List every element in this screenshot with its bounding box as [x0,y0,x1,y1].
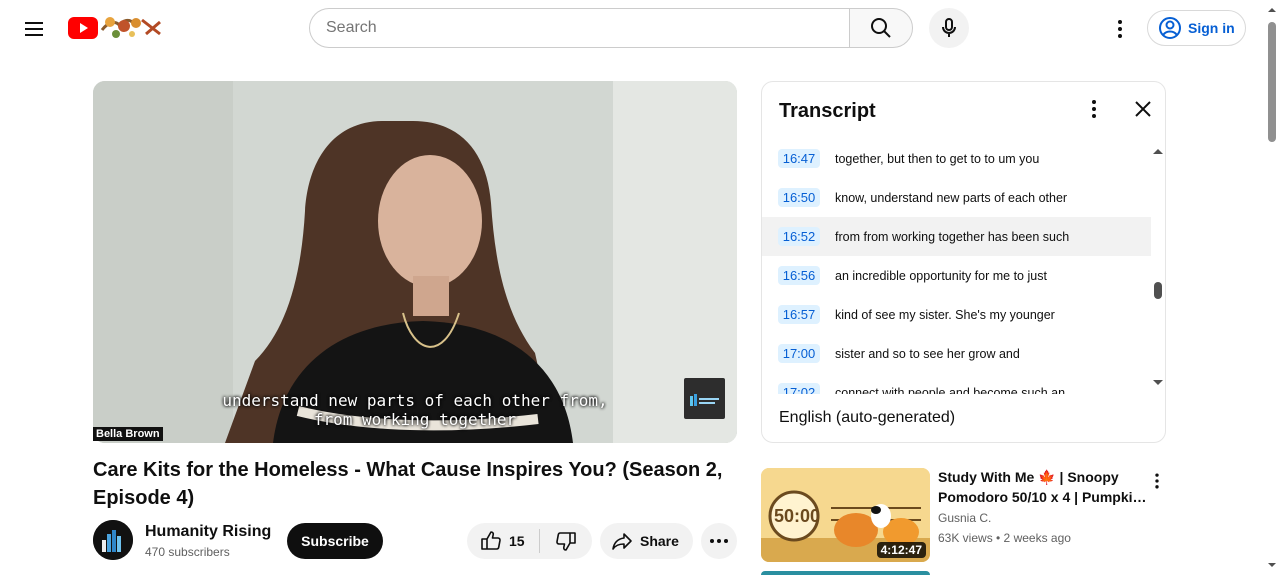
channel-name[interactable]: Humanity Rising [145,523,271,541]
search-input[interactable] [326,19,850,37]
closed-caption: understand new parts of each other from,… [93,391,737,429]
transcript-title: Transcript [779,100,876,122]
more-vert-icon [1155,473,1159,489]
channel-avatar[interactable] [93,520,133,560]
segment-text: know, understand new parts of each other [835,190,1068,205]
humanity-rising-logo-icon [689,393,719,406]
microphone-icon [942,18,956,37]
caption-line: from working together [313,410,517,429]
scroll-up-arrow-icon [1268,8,1276,12]
transcript-segment[interactable]: 16:56 an incredible opportunity for me to… [762,256,1151,295]
video-title: Care Kits for the Homeless - What Cause … [93,459,723,509]
transcript-segment[interactable]: 17:00 sister and so to see her grow and [762,334,1151,373]
recommended-more-button[interactable] [1147,469,1167,493]
segment-text: an incredible opportunity for me to just [835,268,1047,283]
video-player[interactable]: understand new parts of each other from,… [93,81,737,443]
like-button[interactable]: 15 [467,523,539,559]
youtube-logo[interactable] [68,12,168,44]
transcript-scrollbar[interactable] [1151,139,1165,394]
recommended-video-title[interactable]: Study With Me 🍁 | Snoopy Pomodoro 50/10 … [938,467,1148,507]
search-icon [871,18,891,38]
transcript-segment-active[interactable]: 16:52 from from working together has been… [762,217,1151,256]
channel-watermark[interactable] [684,378,725,419]
recommended-title-line: Study With Me 🍁 | Snoopy [938,469,1119,485]
segment-timestamp[interactable]: 17:02 [778,383,820,394]
like-count: 15 [509,533,525,549]
segment-timestamp[interactable]: 16:56 [778,266,820,285]
search-button[interactable] [849,8,913,48]
thumbs-up-icon [481,531,501,550]
video-frame-person [93,81,737,443]
more-vert-icon [1118,20,1122,38]
transcript-panel: Transcript 16:47 together, but then to ge… [761,81,1166,443]
doodle-autumn-leaves-icon [100,17,161,38]
scroll-down-arrow-icon [1268,563,1276,567]
account-circle-icon [1159,17,1181,39]
transcript-menu-button[interactable] [1082,97,1106,121]
transcript-close-button[interactable] [1131,97,1155,121]
video-duration-badge: 4:12:47 [876,542,926,558]
recommended-title-line: Pomodoro 50/10 x 4 | Pumpkin Patch [938,489,1148,505]
recommended-video-thumbnail[interactable]: 50:00 4:12:47 [761,468,930,562]
segment-text: from from working together has been such [835,229,1070,244]
thumbs-down-icon [556,532,576,551]
youtube-play-logo-icon [68,17,98,39]
search-bar[interactable] [309,8,850,48]
page-scrollbar[interactable] [1264,0,1280,575]
scroll-down-arrow-icon [1153,380,1163,385]
segment-timestamp[interactable]: 16:47 [778,149,820,168]
more-vert-icon [1092,100,1096,118]
share-label: Share [640,533,679,549]
recommended-channel-name[interactable]: Gusnia C. [938,511,991,525]
transcript-segment[interactable]: 17:02 connect with people and become such… [762,373,1151,394]
hamburger-menu-icon [25,22,43,36]
more-actions-button[interactable] [701,523,737,559]
speaker-name-tag: Bella Brown [93,427,163,441]
segment-timestamp[interactable]: 17:00 [778,344,820,363]
segment-text: together, but then to get to to um you [835,151,1040,166]
scrollbar-thumb[interactable] [1154,282,1162,299]
share-button[interactable]: Share [600,523,693,559]
recommended-video-meta: 63K views • 2 weeks ago [938,531,1071,545]
subscribe-button[interactable]: Subscribe [287,523,383,559]
dislike-button[interactable] [540,523,592,559]
segment-timestamp[interactable]: 16:50 [778,188,820,207]
settings-more-button[interactable] [1100,9,1140,49]
page-scrollbar-thumb[interactable] [1268,22,1276,142]
channel-logo-icon [93,520,133,560]
sign-in-button[interactable]: Sign in [1147,10,1246,46]
segment-text: kind of see my sister. She's my younger [835,307,1055,322]
subscriber-count: 470 subscribers [145,545,230,559]
transcript-segment-list[interactable]: 16:47 together, but then to get to to um … [762,139,1151,394]
next-recommendation-thumbnail-peek[interactable] [761,571,930,575]
segment-text: sister and so to see her grow and [835,346,1020,361]
voice-search-button[interactable] [929,8,969,48]
like-dislike-group: 15 [467,523,592,559]
scroll-up-arrow-icon [1153,149,1163,154]
share-arrow-icon [612,533,632,550]
more-horiz-icon [710,539,728,543]
close-icon [1135,101,1151,117]
segment-text: connect with people and become such an [835,385,1066,395]
transcript-language-selector[interactable]: English (auto-generated) [779,409,955,427]
caption-line: understand new parts of each other from, [222,391,608,410]
transcript-segment[interactable]: 16:50 know, understand new parts of each … [762,178,1151,217]
transcript-segment[interactable]: 16:47 together, but then to get to to um … [762,139,1151,178]
thumbnail-timer-text: 50:00 [774,506,821,526]
sign-in-label: Sign in [1188,20,1235,36]
segment-timestamp[interactable]: 16:52 [778,227,820,246]
transcript-segment[interactable]: 16:57 kind of see my sister. She's my you… [762,295,1151,334]
segment-timestamp[interactable]: 16:57 [778,305,820,324]
menu-button[interactable] [14,9,54,49]
